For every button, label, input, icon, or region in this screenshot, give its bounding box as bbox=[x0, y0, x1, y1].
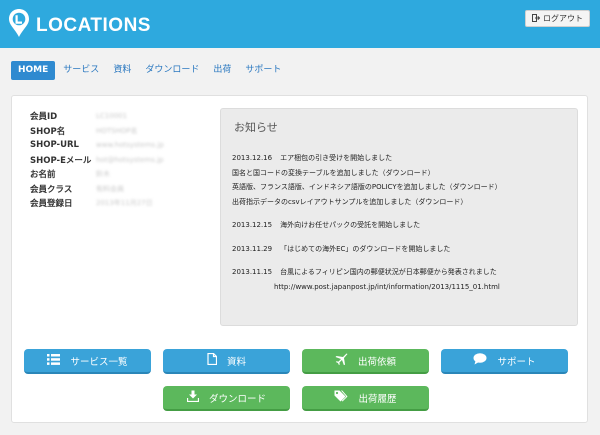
member-label: SHOP-Eメール bbox=[30, 155, 92, 166]
services-label: サービス一覧 bbox=[70, 356, 128, 368]
member-row: SHOP-URL www.hotsystems.jp bbox=[30, 138, 164, 153]
logo[interactable]: LOCATIONS bbox=[8, 8, 151, 38]
member-row: SHOP-Eメール hot@hotsystems.jp bbox=[30, 153, 164, 168]
member-value: 有料会員 bbox=[96, 184, 124, 193]
member-value: 2013年11月27日 bbox=[96, 199, 153, 208]
download-icon bbox=[186, 390, 209, 405]
member-value: LC10001 bbox=[96, 112, 128, 121]
location-pin-icon bbox=[8, 8, 30, 38]
notice-text: 海外向けお任せパックの受託を開始しました bbox=[280, 221, 421, 229]
notice-text: 国名と国コードの変換テーブルを追加しました（ダウンロード） bbox=[232, 168, 435, 177]
logout-button[interactable]: ログアウト bbox=[525, 10, 590, 27]
member-info: 会員ID LC10001 SHOP名 HOTSHOP名 SHOP-URL www… bbox=[30, 109, 164, 211]
notice-box: お知らせ 2013.12.16 エア梱包の引き受けを開始しました 国名と国コードの… bbox=[220, 108, 578, 326]
support-label: サポート bbox=[497, 356, 536, 368]
header-bar: LOCATIONS ログアウト bbox=[0, 0, 600, 48]
member-label: 会員登録日 bbox=[30, 199, 73, 210]
chat-bubble-icon bbox=[473, 353, 497, 368]
notice-date: 2013.11.29 bbox=[232, 244, 273, 253]
member-row: SHOP名 HOTSHOP名 bbox=[30, 124, 164, 139]
notice-item: 2013.12.16 エア梱包の引き受けを開始しました bbox=[232, 151, 502, 166]
nav-shipping[interactable]: 出荷 bbox=[207, 61, 237, 80]
shipping-history-label: 出荷履歴 bbox=[358, 393, 397, 405]
member-row: 会員ID LC10001 bbox=[30, 109, 164, 124]
notice-date: 2013.12.16 bbox=[232, 154, 273, 162]
nav-documents[interactable]: 資料 bbox=[107, 61, 137, 80]
notice-link[interactable]: http://www.post.japanpost.jp/int/informa… bbox=[232, 280, 502, 295]
notice-item: 2013.12.15 海外向けお任せパックの受託を開始しました bbox=[232, 218, 502, 233]
home-panel: 会員ID LC10001 SHOP名 HOTSHOP名 SHOP-URL www… bbox=[11, 95, 588, 423]
member-value: hot@hotsystems.jp bbox=[96, 155, 164, 164]
notice-text: 出荷指示データのcsvレイアウトサンプルを追加しました（ダウンロード） bbox=[232, 197, 468, 206]
documents-button[interactable]: 資料 bbox=[163, 349, 290, 374]
nav-support[interactable]: サポート bbox=[239, 61, 287, 80]
nav-services[interactable]: サービス bbox=[57, 61, 105, 80]
notice-text: 英語版、フランス語版、インドネシア語版のPOLICYを追加しました（ダウンロード… bbox=[232, 183, 502, 191]
logout-label: ログアウト bbox=[543, 14, 583, 23]
documents-label: 資料 bbox=[226, 356, 246, 368]
tags-icon bbox=[334, 390, 358, 405]
member-row: 会員登録日 2013年11月27日 bbox=[30, 196, 164, 211]
member-value: 鈴木 bbox=[96, 170, 110, 179]
sign-out-icon bbox=[532, 13, 543, 24]
services-button[interactable]: サービス一覧 bbox=[24, 349, 151, 374]
support-button[interactable]: サポート bbox=[441, 349, 568, 374]
notice-title: お知らせ bbox=[234, 121, 278, 134]
shipping-request-button[interactable]: 出荷依頼 bbox=[302, 349, 429, 374]
notice-date: 2013.11.15 bbox=[232, 268, 273, 276]
member-label: SHOP-URL bbox=[30, 140, 79, 151]
logo-text: LOCATIONS bbox=[36, 15, 151, 36]
notice-item: 2013.11.29 「はじめての海外EC」のダウンロードを開始しました bbox=[232, 242, 502, 257]
notice-text: 「はじめての海外EC」のダウンロードを開始しました bbox=[280, 244, 451, 253]
member-row: お名前 鈴木 bbox=[30, 167, 164, 182]
shipping-request-label: 出荷依頼 bbox=[357, 356, 396, 368]
notice-list: 2013.12.16 エア梱包の引き受けを開始しました 国名と国コードの変換テーブ… bbox=[232, 151, 502, 294]
member-row: 会員クラス 有料会員 bbox=[30, 182, 164, 197]
document-icon bbox=[207, 352, 227, 368]
notice-text: 台風によるフィリピン国内の郵便状況が日本郵便から発表されました bbox=[280, 268, 497, 276]
plane-icon bbox=[335, 353, 358, 368]
nav-download[interactable]: ダウンロード bbox=[139, 61, 205, 80]
notice-date: 2013.12.15 bbox=[232, 221, 273, 229]
member-label: お名前 bbox=[30, 170, 56, 181]
download-button[interactable]: ダウンロード bbox=[163, 386, 290, 411]
list-icon bbox=[47, 353, 70, 368]
nav-home[interactable]: HOME bbox=[11, 61, 56, 80]
notice-item: 2013.11.15 台風によるフィリピン国内の郵便状況が日本郵便から発表されまし… bbox=[232, 265, 502, 280]
shipping-history-button[interactable]: 出荷履歴 bbox=[302, 386, 429, 411]
download-label: ダウンロード bbox=[208, 393, 266, 405]
member-label: 会員ID bbox=[30, 112, 58, 123]
member-label: 会員クラス bbox=[30, 184, 73, 195]
member-value: www.hotsystems.jp bbox=[96, 141, 164, 150]
main-nav: HOME サービス 資料 ダウンロード 出荷 サポート bbox=[11, 61, 289, 80]
notice-text: エア梱包の引き受けを開始しました bbox=[280, 154, 393, 162]
member-label: SHOP名 bbox=[30, 126, 66, 137]
member-value: HOTSHOP名 bbox=[96, 126, 138, 135]
